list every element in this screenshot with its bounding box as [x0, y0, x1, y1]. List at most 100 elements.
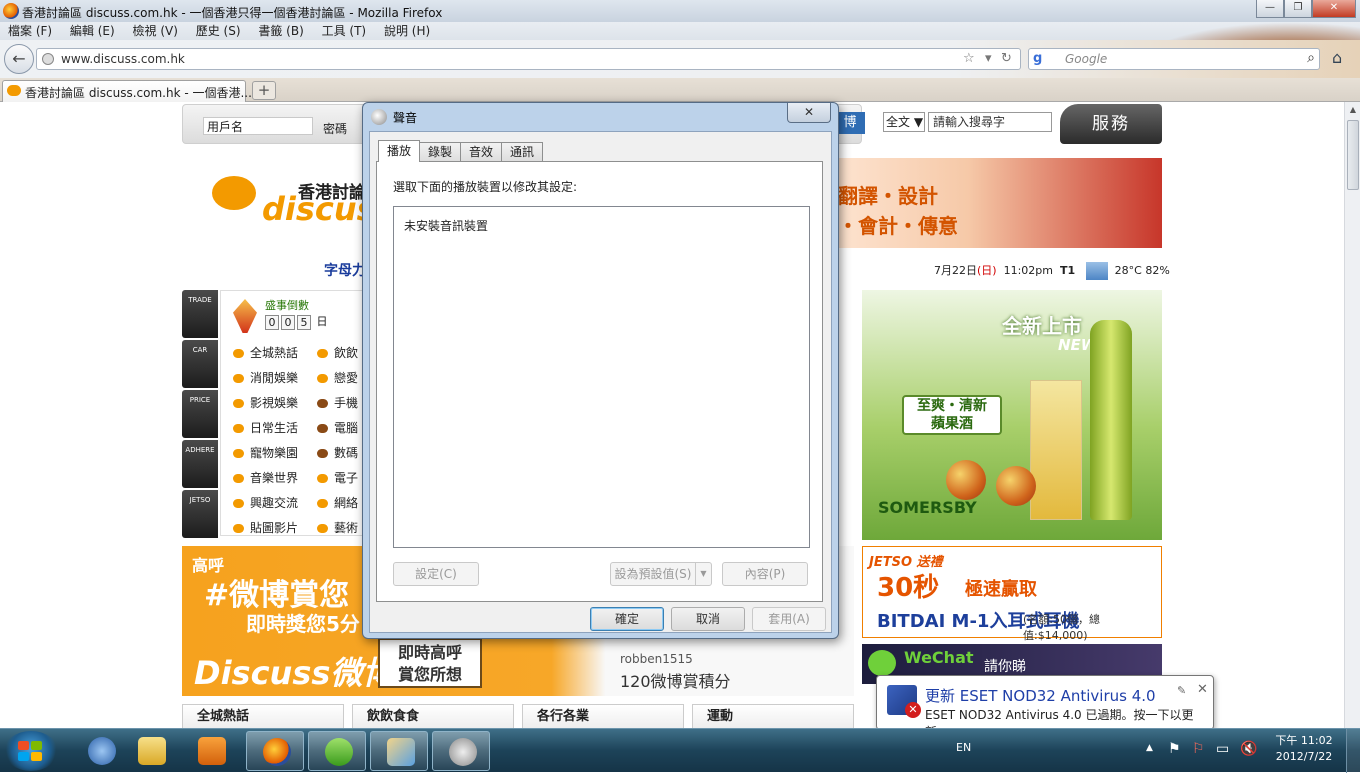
side-tab-car[interactable]: CAR	[182, 340, 218, 388]
dialog-close-button[interactable]: ✕	[787, 103, 831, 123]
category-tab[interactable]: 飲飲食食	[352, 704, 514, 728]
forum-link[interactable]: 電子	[317, 466, 358, 491]
eset-notification[interactable]: ✕ 更新 ESET NOD32 Antivirus 4.0 ESET NOD32…	[876, 675, 1214, 740]
forum-link[interactable]: 手機	[317, 391, 358, 416]
wrench-icon[interactable]: ✎	[1177, 684, 1186, 697]
side-tab-adhere[interactable]: ADHERE	[182, 440, 218, 488]
tab-playback[interactable]: 播放	[378, 140, 421, 162]
forum-link[interactable]: 網絡	[317, 491, 358, 516]
menu-edit[interactable]: 編輯 (E)	[70, 22, 115, 40]
tab-communications[interactable]: 通訊	[501, 142, 544, 162]
notification-title[interactable]: 更新 ESET NOD32 Antivirus 4.0	[925, 685, 1156, 706]
forum-link[interactable]: 戀愛	[317, 366, 358, 391]
taskbar-firefox[interactable]	[246, 731, 304, 771]
taskbar-sound[interactable]	[432, 731, 490, 771]
forum-link[interactable]: 寵物樂園	[233, 441, 298, 466]
forum-link[interactable]: 興趣交流	[233, 491, 298, 516]
side-tab-trade[interactable]: TRADE	[182, 290, 218, 338]
show-desktop-button[interactable]	[1346, 729, 1360, 773]
url-text[interactable]: www.discuss.com.hk	[61, 52, 185, 66]
device-list[interactable]: 未安裝音訊裝置	[393, 206, 810, 548]
menu-bookmarks[interactable]: 書籤 (B)	[258, 22, 303, 40]
volume-muted-icon[interactable]: 🔇	[1240, 741, 1257, 757]
set-default-button[interactable]: 設為預設值(S) ▼	[610, 562, 712, 586]
password-label: 密碼	[323, 122, 348, 136]
taskbar-explorer[interactable]	[122, 731, 180, 771]
chevron-down-icon[interactable]: ▼	[695, 563, 711, 585]
apply-button[interactable]: 套用(A)	[752, 607, 826, 631]
category-tab[interactable]: 全城熱話	[182, 704, 344, 728]
back-button[interactable]: ←	[4, 44, 34, 74]
cancel-button[interactable]: 取消	[671, 607, 745, 631]
tab-recording[interactable]: 錄製	[419, 142, 462, 162]
alphabet-nav[interactable]: 字母力	[324, 260, 366, 280]
menu-history[interactable]: 歷史 (S)	[196, 22, 241, 40]
home-icon[interactable]: ⌂	[1332, 48, 1342, 67]
minimize-button[interactable]: —	[1256, 0, 1284, 18]
side-tab-jetso[interactable]: JETSO	[182, 490, 218, 538]
forum-link[interactable]: 消閒娛樂	[233, 366, 298, 391]
tab-sounds[interactable]: 音效	[460, 142, 503, 162]
menu-tools[interactable]: 工具 (T)	[322, 22, 367, 40]
forum-link[interactable]: 日常生活	[233, 416, 298, 441]
new-tab-button[interactable]: +	[252, 81, 276, 100]
show-hidden-icons[interactable]: ▲	[1146, 743, 1153, 753]
url-bar[interactable]: www.discuss.com.hk ☆ ▾ ↻	[36, 48, 1021, 70]
tab-bar: 香港討論區 discuss.com.hk - 一個香港... +	[0, 78, 1360, 102]
scroll-up-icon[interactable]: ▲	[1345, 102, 1360, 118]
properties-button[interactable]: 內容(P)	[722, 562, 808, 586]
language-indicator[interactable]: EN	[956, 741, 971, 754]
side-tab-price[interactable]: PRICE	[182, 390, 218, 438]
forum-link[interactable]: 藝術	[317, 516, 358, 541]
network-user-icon[interactable]: ⚑	[1168, 741, 1181, 757]
forum-link[interactable]: 飲飲	[317, 341, 358, 366]
media-player-icon	[198, 737, 226, 765]
page-scrollbar[interactable]: ▲	[1344, 102, 1360, 728]
taskbar-media[interactable]	[182, 731, 240, 771]
taskbar-paint[interactable]	[370, 731, 428, 771]
forum-link[interactable]: 音樂世界	[233, 466, 298, 491]
username-input[interactable]: 用戶名	[203, 117, 313, 135]
star-icon[interactable]: ☆	[963, 51, 975, 66]
search-bar[interactable]: g Google ⌕	[1028, 48, 1320, 70]
start-button[interactable]	[4, 731, 58, 771]
service-button[interactable]: 服務	[1060, 104, 1162, 144]
reload-icon[interactable]: ↻	[1001, 51, 1012, 66]
tab-label: 香港討論區 discuss.com.hk - 一個香港...	[25, 86, 252, 100]
configure-button[interactable]: 設定(C)	[393, 562, 479, 586]
site-search-input[interactable]: 請輸入搜尋字	[928, 112, 1052, 132]
ok-button[interactable]: 確定	[590, 607, 664, 631]
weibo-button[interactable]: 博	[835, 112, 865, 134]
tab-discuss[interactable]: 香港討論區 discuss.com.hk - 一個香港...	[2, 80, 252, 102]
network-icon[interactable]: ▭	[1216, 741, 1229, 757]
maximize-button[interactable]: ❐	[1284, 0, 1312, 18]
wechat-icon	[868, 650, 896, 676]
category-tab[interactable]: 各行各業	[522, 704, 684, 728]
forum-link[interactable]: 電腦	[317, 416, 358, 441]
eset-tray-icon[interactable]: ⚐	[1192, 741, 1205, 757]
ad-jetso[interactable]: JETSO 送禮 30秒 極速贏取 BITDAI M-1入耳式耳機 (名額:50…	[862, 546, 1162, 642]
firefox-icon	[3, 3, 19, 19]
forum-link[interactable]: 影視娛樂	[233, 391, 298, 416]
mail-icon	[88, 737, 116, 765]
forum-link[interactable]: 貼圖影片	[233, 516, 298, 541]
menu-help[interactable]: 說明 (H)	[384, 22, 430, 40]
scroll-thumb[interactable]	[1347, 120, 1359, 190]
ad-somersby[interactable]: 全新上市 NEW 至爽・清新 蘋果酒 SOMERSBY	[862, 290, 1162, 540]
close-button[interactable]: ✕	[1312, 0, 1356, 18]
clock[interactable]: 下午 11:02 2012/7/22	[1268, 733, 1340, 765]
search-placeholder[interactable]: Google	[1065, 52, 1107, 66]
forum-link[interactable]: 數碼	[317, 441, 358, 466]
category-tab[interactable]: 運動	[692, 704, 854, 728]
google-icon[interactable]: g	[1033, 51, 1042, 66]
notification-close-icon[interactable]: ✕	[1197, 682, 1208, 697]
ad-banner-top[interactable]: 翻譯・設計 ・會計・傳意	[838, 158, 1162, 248]
side-tabs: TRADE CAR PRICE ADHERE JETSO	[182, 290, 218, 540]
url-dropdown-icon[interactable]: ▾	[985, 51, 992, 66]
forum-link[interactable]: 全城熱話	[233, 341, 298, 366]
search-icon[interactable]: ⌕	[1307, 50, 1315, 66]
search-scope-select[interactable]: 全文 ▼	[883, 112, 925, 132]
menu-file[interactable]: 檔案 (F)	[8, 22, 52, 40]
menu-view[interactable]: 檢視 (V)	[133, 22, 178, 40]
taskbar-messenger[interactable]	[308, 731, 366, 771]
